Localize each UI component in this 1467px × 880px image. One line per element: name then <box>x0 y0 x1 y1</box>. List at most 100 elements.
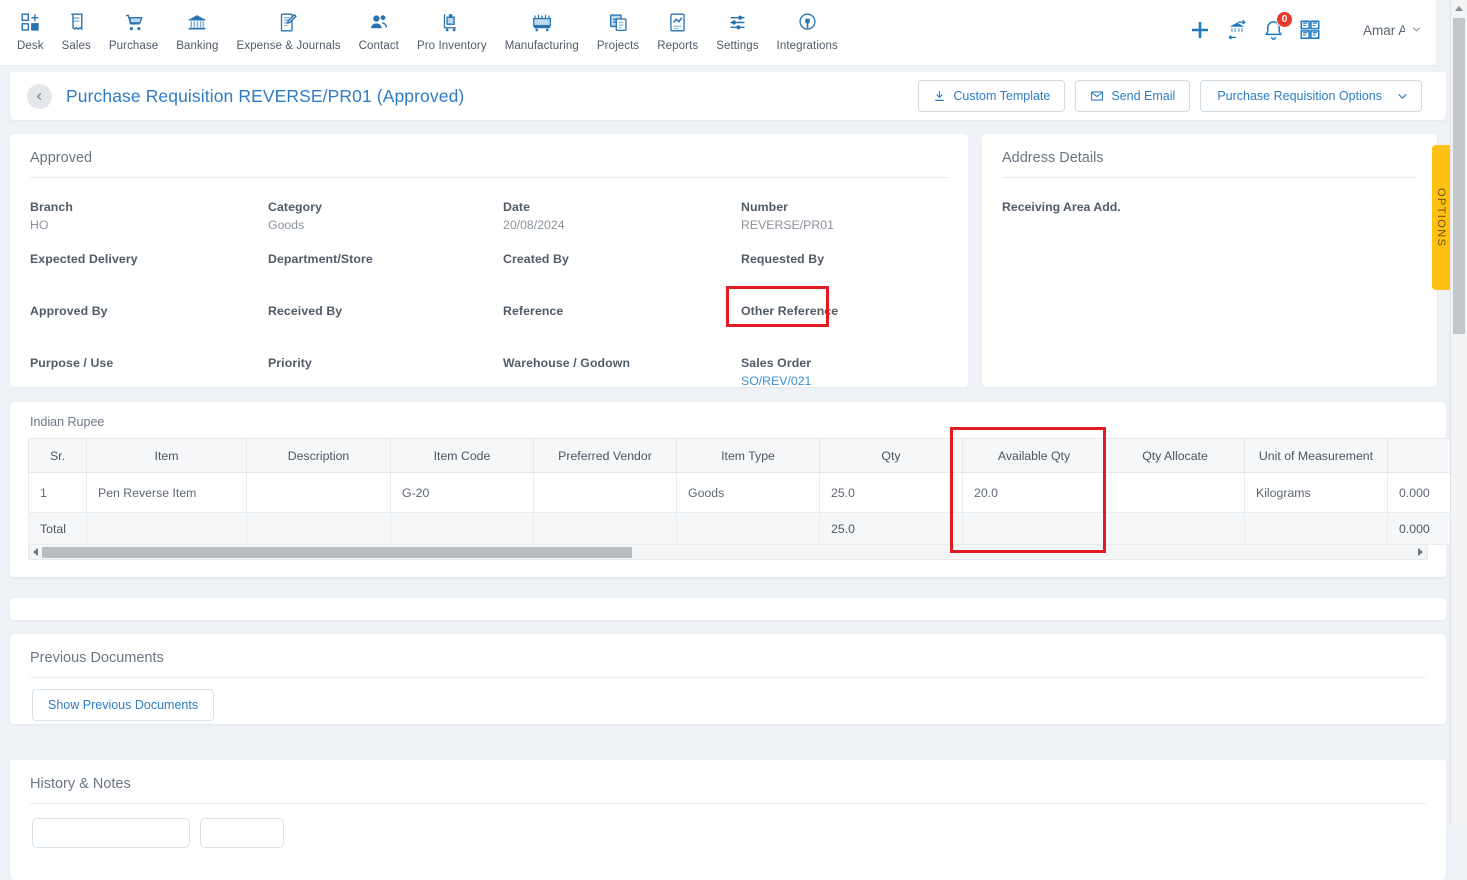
col-qty-allocate[interactable]: Qty Allocate <box>1106 439 1245 473</box>
projects-clipboard-icon <box>608 9 629 35</box>
envelope-icon <box>1090 89 1104 103</box>
col-item-type[interactable]: Item Type <box>677 439 820 473</box>
button-label: Send Email <box>1111 89 1175 103</box>
cell-empty <box>534 513 677 545</box>
field-expected-delivery: Expected Delivery <box>30 252 268 285</box>
sales-order-link[interactable]: SO/REV/021 <box>741 374 948 389</box>
cell-qty-allocate <box>1106 473 1245 513</box>
chevron-down-icon <box>1396 90 1409 103</box>
field-value <box>503 322 741 337</box>
options-side-tab[interactable]: OPTIONS <box>1432 145 1450 290</box>
download-icon <box>933 90 946 103</box>
history-notes-buttons <box>10 804 1446 848</box>
purchase-cart-icon <box>123 9 145 35</box>
nav-item-label: Purchase <box>109 40 158 52</box>
nav-item-purchase[interactable]: Purchase <box>100 9 167 52</box>
col-available-qty[interactable]: Available Qty <box>963 439 1106 473</box>
items-table-scroll-area: Sr. Item Description Item Code Preferred… <box>28 438 1428 545</box>
field-value: 20/08/2024 <box>503 218 741 233</box>
scroll-up-arrow-icon[interactable] <box>1451 0 1467 17</box>
nav-item-reports[interactable]: Reports <box>648 9 707 52</box>
col-sr[interactable]: Sr. <box>29 439 87 473</box>
scrollbar-track[interactable] <box>42 547 1414 558</box>
cell-item-code: G-20 <box>391 473 534 513</box>
nav-item-projects[interactable]: Projects <box>588 9 648 52</box>
apps-grid-icon[interactable] <box>1299 19 1321 41</box>
chevron-down-icon <box>1411 23 1422 38</box>
field-value <box>503 270 741 285</box>
field-requested-by: Requested By <box>741 252 948 285</box>
add-plus-icon[interactable] <box>1188 18 1212 42</box>
scroll-right-arrow-icon[interactable] <box>1414 545 1427 559</box>
field-label: Sales Order <box>741 356 948 370</box>
nav-item-label: Pro Inventory <box>417 40 487 52</box>
show-previous-documents-button[interactable]: Show Previous Documents <box>32 689 214 721</box>
nav-item-label: Settings <box>716 40 758 52</box>
nav-item-sales[interactable]: Sales <box>53 9 100 52</box>
page-title: Purchase Requisition REVERSE/PR01 (Appro… <box>66 86 464 107</box>
nav-item-list: Desk Sales Purchase <box>0 0 847 52</box>
items-table-card: Indian Rupee Sr. Item Description Item C… <box>10 402 1446 577</box>
purchase-requisition-options-button[interactable]: Purchase Requisition Options <box>1200 80 1422 112</box>
nav-item-manufacturing[interactable]: Manufacturing <box>496 9 588 52</box>
settings-sliders-icon <box>727 9 748 35</box>
cell-empty <box>677 513 820 545</box>
receiving-area-label: Receiving Area Add. <box>982 178 1437 214</box>
page-header: Purchase Requisition REVERSE/PR01 (Appro… <box>10 72 1446 120</box>
col-item[interactable]: Item <box>87 439 247 473</box>
back-button[interactable] <box>27 84 52 109</box>
nav-item-contact[interactable]: Contact <box>350 9 408 52</box>
col-qty[interactable]: Qty <box>820 439 963 473</box>
field-label: Warehouse / Godown <box>503 356 741 370</box>
nav-item-banking[interactable]: Banking <box>167 9 227 52</box>
field-priority: Priority <box>268 356 503 389</box>
cell-empty <box>963 513 1106 545</box>
field-label: Other Reference <box>741 304 948 318</box>
col-preferred-vendor[interactable]: Preferred Vendor <box>534 439 677 473</box>
cell-empty <box>87 513 247 545</box>
bank-transfer-icon[interactable] <box>1226 19 1248 41</box>
cell-sr: 1 <box>29 473 87 513</box>
previous-documents-heading: Previous Documents <box>10 634 1446 677</box>
nav-item-expense-journals[interactable]: Expense & Journals <box>228 9 350 52</box>
history-tab-button[interactable] <box>32 818 190 848</box>
banking-bank-icon <box>186 9 208 35</box>
window-vertical-scrollbar[interactable] <box>1450 0 1467 825</box>
nav-item-integrations[interactable]: Integrations <box>768 9 847 52</box>
col-description[interactable]: Description <box>247 439 391 473</box>
field-sales-order: Sales Order SO/REV/021 <box>741 356 948 389</box>
field-label: Expected Delivery <box>30 252 268 266</box>
notes-tab-button[interactable] <box>200 818 284 848</box>
nav-item-label: Projects <box>597 40 639 52</box>
cell-total-qty: 25.0 <box>820 513 963 545</box>
currency-label: Indian Rupee <box>10 402 1446 438</box>
cell-total-label: Total <box>29 513 87 545</box>
send-email-button[interactable]: Send Email <box>1075 80 1190 112</box>
cell-item-type: Goods <box>677 473 820 513</box>
nav-item-desk[interactable]: Desk <box>8 9 53 52</box>
col-unit-of-measurement[interactable]: Unit of Measurement <box>1245 439 1388 473</box>
cell-empty <box>1106 513 1245 545</box>
user-name-label: Amar A <box>1363 23 1405 38</box>
cell-item-link[interactable]: Pen Reverse Item <box>87 473 247 513</box>
field-date: Date 20/08/2024 <box>503 200 741 233</box>
cell-preferred-vendor <box>534 473 677 513</box>
nav-item-pro-inventory[interactable]: Pro Inventory <box>408 9 496 52</box>
notification-count-badge: 0 <box>1276 11 1293 28</box>
nav-item-settings[interactable]: Settings <box>707 9 767 52</box>
field-label: Requested By <box>741 252 948 266</box>
reports-chart-icon <box>667 9 688 35</box>
previous-documents-card: Previous Documents Show Previous Documen… <box>10 634 1446 724</box>
notification-bell-icon[interactable]: 0 <box>1262 19 1285 42</box>
detail-card-heading: Approved <box>10 134 968 177</box>
cell-empty <box>247 513 391 545</box>
scrollbar-thumb[interactable] <box>42 547 632 558</box>
user-menu[interactable]: Amar A <box>1363 23 1422 38</box>
scroll-left-arrow-icon[interactable] <box>29 545 42 559</box>
scrollbar-thumb[interactable] <box>1453 18 1465 334</box>
address-card-heading: Address Details <box>982 134 1437 177</box>
items-table-horizontal-scrollbar[interactable] <box>28 545 1428 560</box>
custom-template-button[interactable]: Custom Template <box>918 80 1065 112</box>
nav-actions: 0 Amar A <box>1188 0 1436 60</box>
col-item-code[interactable]: Item Code <box>391 439 534 473</box>
